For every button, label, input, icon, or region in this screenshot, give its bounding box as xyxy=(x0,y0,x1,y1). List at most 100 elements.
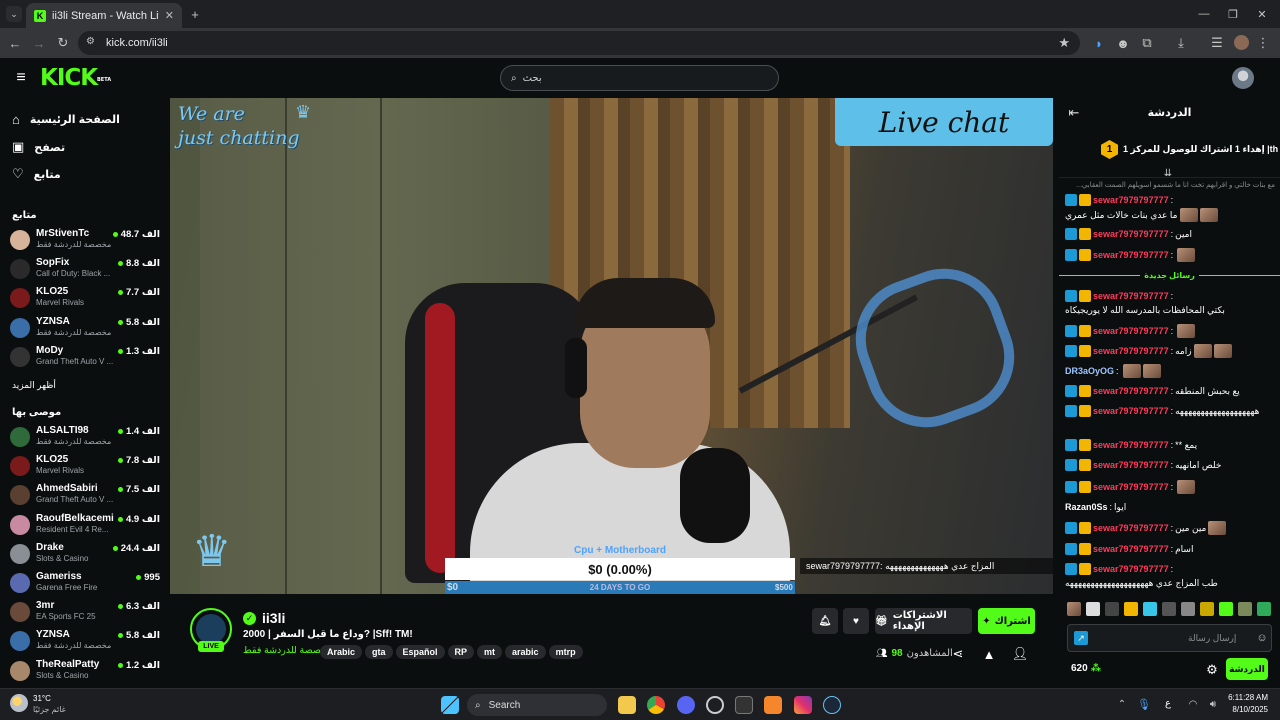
chat-username[interactable]: Razan0Ss xyxy=(1065,501,1108,513)
sidebar-channel[interactable]: Drake Slots & Casino 24.4 الف xyxy=(10,542,165,570)
tab-list-button[interactable]: ⌄ xyxy=(6,6,22,22)
close-window-button[interactable]: ✕ xyxy=(1254,6,1270,22)
chat-username[interactable]: DR3aOyOG xyxy=(1065,365,1114,377)
new-tab-button[interactable]: + xyxy=(187,6,203,22)
browser-tab[interactable]: K ii3li Stream - Watch Live on Kick ✕ xyxy=(26,3,182,28)
channel-name[interactable]: ii3li xyxy=(262,610,285,626)
send-chat-button[interactable]: الدردشة xyxy=(1226,658,1268,680)
clock-date[interactable]: 8/10/2025 xyxy=(1214,705,1268,714)
extension-icon[interactable]: ☻ xyxy=(1114,34,1132,52)
chat-username[interactable]: sewar7979797777 xyxy=(1093,522,1169,534)
profile-avatar[interactable] xyxy=(1234,35,1249,50)
minimize-button[interactable]: — xyxy=(1196,6,1212,22)
back-icon[interactable]: ← xyxy=(6,34,24,52)
sidebar-channel[interactable]: 3mr EA Sports FC 25 6.3 الف xyxy=(10,600,165,628)
url-field[interactable]: ⚙ kick.com/ii3li ★ xyxy=(78,31,1080,55)
file-explorer-icon[interactable] xyxy=(618,696,636,714)
app-icon[interactable] xyxy=(706,696,724,714)
show-more-link[interactable]: أظهر المزيد xyxy=(12,380,56,391)
chrome-icon[interactable] xyxy=(647,696,665,714)
emote[interactable] xyxy=(1238,602,1252,616)
emote[interactable] xyxy=(1143,602,1157,616)
bookmark-star-icon[interactable]: ★ xyxy=(1058,35,1070,51)
sidebar-channel[interactable]: MrStivenTc مخصصة للدردشة فقط 48.7 الف xyxy=(10,228,165,256)
close-tab-icon[interactable]: ✕ xyxy=(165,9,174,22)
steam-icon[interactable] xyxy=(823,696,841,714)
menu-icon[interactable]: ⋮ xyxy=(1256,34,1270,52)
chat-username[interactable]: sewar7979797777 xyxy=(1093,194,1169,206)
follow-button[interactable]: ♥ xyxy=(843,608,869,634)
subscribe-button[interactable]: ✦ اشتراك xyxy=(978,608,1035,634)
nav-following[interactable]: ♡ متابع xyxy=(12,166,61,182)
emote[interactable] xyxy=(1200,602,1214,616)
pin-icon[interactable]: ⇊ xyxy=(1161,168,1175,179)
app-icon[interactable] xyxy=(735,696,753,714)
tag[interactable]: RP xyxy=(447,645,475,659)
nav-browse[interactable]: ▣ تصفح xyxy=(12,139,65,155)
sidebar-channel[interactable]: KLO25 Marvel Rivals 7.8 الف xyxy=(10,454,165,482)
clock-time[interactable]: 6:11:28 AM xyxy=(1214,693,1268,702)
site-info-icon[interactable]: ⚙ xyxy=(86,36,95,47)
chat-username[interactable]: sewar7979797777 xyxy=(1093,543,1169,555)
stream-category[interactable]: مخصصة للدردشة فقط xyxy=(243,645,332,656)
emote[interactable] xyxy=(1105,602,1119,616)
sidebar-channel[interactable]: TheRealPatty Slots & Casino 1.2 الف xyxy=(10,659,165,687)
taskbar-search[interactable]: ⌕ Search xyxy=(467,694,607,716)
app-icon[interactable] xyxy=(764,696,782,714)
add-user-icon[interactable]: 👤︎ xyxy=(1012,646,1029,661)
download-icon[interactable]: ⤓ xyxy=(1172,34,1190,52)
search-input[interactable]: ⌕ بحث xyxy=(500,65,779,91)
user-avatar[interactable] xyxy=(1232,67,1254,89)
wifi-icon[interactable]: ◠ xyxy=(1186,697,1200,711)
input-language[interactable]: ع xyxy=(1165,698,1171,709)
emote[interactable] xyxy=(1086,602,1100,616)
emote[interactable] xyxy=(1124,602,1138,616)
tag[interactable]: mt xyxy=(477,645,503,659)
share-icon[interactable]: ⋖ xyxy=(951,646,965,661)
sidebar-channel[interactable]: YZNSA مخصصة للدردشة فقط 5.8 الف xyxy=(10,316,165,344)
emoji-icon[interactable]: ☺ xyxy=(1255,631,1269,645)
kick-logo[interactable]: KICK BETA xyxy=(40,67,111,90)
chat-username[interactable]: sewar7979797777 xyxy=(1093,405,1169,417)
sidebar-channel[interactable]: YZNSA مخصصة للدردشة فقط 5.8 الف xyxy=(10,629,165,657)
extension-icon[interactable]: ◗ xyxy=(1090,34,1108,52)
sidebar-channel[interactable]: ALSALTI98 مخصصة للدردشة فقط 1.4 الف xyxy=(10,425,165,453)
start-windows-icon[interactable] xyxy=(441,696,459,714)
tag[interactable]: arabic xyxy=(505,645,546,659)
sidebar-channel[interactable]: AhmedSabiri Grand Theft Auto V ... 7.5 الف xyxy=(10,483,165,511)
forward-icon[interactable]: → xyxy=(30,34,48,52)
tag[interactable]: gta xyxy=(365,645,393,659)
chat-input[interactable]: ↗ إرسال رسالة ☺ xyxy=(1067,624,1272,652)
tag[interactable]: Arabic xyxy=(320,645,363,659)
chat-username[interactable]: sewar7979797777 xyxy=(1093,345,1169,357)
sidebar-channel[interactable]: RaoufBelkacemi Resident Evil 4 Re... 4.9 ا… xyxy=(10,513,165,541)
sidebar-channel[interactable]: MoDy Grand Theft Auto V ... 1.3 الف xyxy=(10,345,165,373)
extensions-puzzle-icon[interactable]: ⧉ xyxy=(1138,34,1156,52)
chat-username[interactable]: sewar7979797777 xyxy=(1093,459,1169,471)
tray-chevron-icon[interactable]: ⌃ xyxy=(1116,697,1128,711)
reading-list-icon[interactable]: ☰ xyxy=(1208,34,1226,52)
discord-icon[interactable] xyxy=(677,696,695,714)
emote[interactable] xyxy=(1219,602,1233,616)
emote[interactable] xyxy=(1257,602,1271,616)
hamburger-menu-icon[interactable]: ≡ xyxy=(12,69,30,87)
report-icon[interactable]: ▲ xyxy=(982,647,996,662)
microphone-icon[interactable]: 🎙︎ xyxy=(1137,697,1151,711)
chat-username[interactable]: sewar7979797777 xyxy=(1093,385,1169,397)
emote[interactable] xyxy=(1067,602,1081,616)
sidebar-channel[interactable]: SopFix Call of Duty: Black ... 8.8 الف xyxy=(10,257,165,285)
chat-username[interactable]: sewar7979797777 xyxy=(1093,481,1169,493)
chat-username[interactable]: sewar7979797777 xyxy=(1093,249,1169,261)
video-player[interactable]: We are just chatting ♛ Live chat ♛ Cpu +… xyxy=(170,98,1053,594)
channel-points[interactable]: 620 ⁂ xyxy=(1071,663,1101,674)
tag[interactable]: mtrp xyxy=(548,645,583,659)
emote[interactable] xyxy=(1181,602,1195,616)
gift-subs-button[interactable]: 🎁︎ الاشتراكات الإهداء xyxy=(875,608,972,634)
nav-home[interactable]: ⌂ الصفحة الرئيسية xyxy=(12,112,120,127)
chat-username[interactable]: sewar7979797777 xyxy=(1093,228,1169,240)
sidebar-channel[interactable]: KLO25 Marvel Rivals 7.7 الف xyxy=(10,286,165,314)
weather-icon[interactable] xyxy=(10,694,28,712)
chat-username[interactable]: sewar7979797777 xyxy=(1093,563,1169,575)
chat-settings-icon[interactable]: ⚙ xyxy=(1205,662,1219,677)
chat-username[interactable]: sewar7979797777 xyxy=(1093,439,1169,451)
